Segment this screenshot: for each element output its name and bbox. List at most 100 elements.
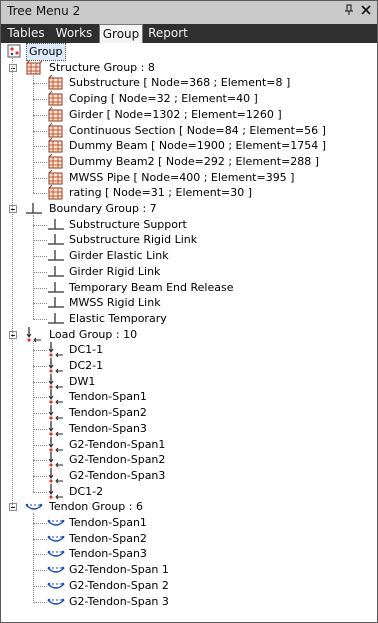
tree-node-label: Tendon-Span1	[69, 516, 147, 529]
tree-group-node[interactable]: Load Group : 10	[3, 326, 373, 343]
tree-leaf-node[interactable]: MWSS Rigid Link	[3, 295, 373, 311]
structure-item-icon	[47, 90, 65, 107]
close-icon[interactable]	[359, 4, 373, 18]
tree-connector-line	[33, 256, 47, 258]
tree-leaf-node[interactable]: DC1-1	[3, 342, 373, 358]
tree-connector-line	[33, 460, 47, 462]
tree-leaf-node[interactable]: Girder Rigid Link	[3, 264, 373, 280]
tree-leaf-node[interactable]: MWSS Pipe [ Node=400 ; Element=395 ]	[3, 169, 373, 186]
tree-connector-line	[33, 491, 47, 493]
tree-leaf-node[interactable]: Girder [ Node=1302 ; Element=1260 ]	[3, 106, 373, 123]
group-tree[interactable]: Group Structure Group : 8 Substructure [ N…	[3, 43, 375, 622]
tab-report[interactable]: Report	[145, 24, 191, 43]
collapse-toggle-icon[interactable]	[9, 330, 17, 339]
structure-item-icon	[47, 106, 65, 123]
tree-node-label: Coping [ Node=32 ; Element=40 ]	[69, 92, 258, 106]
tree-leaf-node[interactable]: Elastic Temporary	[3, 311, 373, 327]
tree-leaf-node[interactable]: Dummy Beam2 [ Node=292 ; Element=288 ]	[3, 153, 373, 170]
collapse-toggle-icon[interactable]	[9, 205, 17, 213]
tree-leaf-node[interactable]: Coping [ Node=32 ; Element=40 ]	[3, 90, 373, 107]
tree-leaf-node[interactable]: Tendon-Span3	[3, 546, 373, 562]
tree-node-label: Substructure Support	[69, 217, 187, 231]
tree-connector-line	[33, 381, 47, 383]
collapse-toggle-icon[interactable]	[9, 503, 17, 512]
tree-node-label: G2-Tendon-Span3	[69, 468, 166, 482]
tree-leaf-node[interactable]: Substructure Rigid Link	[3, 232, 373, 248]
collapse-toggle-icon[interactable]	[9, 63, 17, 72]
tab-group[interactable]: Group	[99, 24, 143, 43]
tree-leaf-node[interactable]: DC1-2	[3, 483, 373, 500]
boundary-group-icon	[25, 201, 43, 217]
tree-leaf-node[interactable]: Tendon-Span2	[3, 531, 373, 547]
tree-leaf-node[interactable]: Temporary Beam End Release	[3, 280, 373, 296]
tree-leaf-node[interactable]: G2-Tendon-Span2	[3, 452, 373, 468]
tree-leaf-node[interactable]: G2-Tendon-Span 2	[3, 578, 373, 594]
tree-node-label: MWSS Rigid Link	[69, 296, 161, 310]
pin-icon[interactable]	[342, 4, 356, 18]
load-item-icon	[47, 389, 65, 405]
structure-item-icon	[47, 153, 65, 170]
load-item-icon	[47, 452, 65, 468]
load-group-icon	[25, 326, 43, 343]
tree-leaf-node[interactable]: G2-Tendon-Span 3	[3, 594, 373, 610]
structure-item-icon	[47, 184, 65, 201]
tendon-group-icon	[25, 499, 43, 515]
tree-node-label: Temporary Beam End Release	[69, 280, 234, 294]
tree-leaf-node[interactable]: Tendon-Span1	[3, 389, 373, 405]
tree-node-label: G2-Tendon-Span1	[69, 437, 166, 451]
tree-leaf-node[interactable]: G2-Tendon-Span3	[3, 467, 373, 484]
load-item-icon	[47, 405, 65, 421]
tree-connector-line	[33, 193, 47, 195]
tree-node-label: Tendon-Span3	[69, 421, 147, 435]
tree-leaf-node[interactable]: Substructure Support	[3, 217, 373, 233]
tree-connector-line	[33, 287, 47, 289]
tree-node-label: G2-Tendon-Span 3	[69, 594, 169, 608]
tab-works[interactable]: Works	[53, 24, 95, 43]
tree-node-label: Girder Rigid Link	[69, 264, 161, 278]
tree-group-node[interactable]: Boundary Group : 7	[3, 201, 373, 217]
tree-leaf-node[interactable]: Tendon-Span1	[3, 515, 373, 531]
tree-node-label: Elastic Temporary	[69, 311, 167, 325]
tree-connector-line	[33, 73, 34, 194]
tree-leaf-node[interactable]: G2-Tendon-Span 1	[3, 562, 373, 578]
tab-tables[interactable]: Tables	[5, 24, 47, 43]
tree-leaf-node[interactable]: Girder Elastic Link	[3, 248, 373, 264]
tree-node-label: MWSS Pipe [ Node=400 ; Element=395 ]	[69, 170, 295, 184]
tree-leaf-node[interactable]: Tendon-Span3	[3, 420, 373, 437]
tree-node-label: Dummy Beam2 [ Node=292 ; Element=288 ]	[69, 154, 320, 168]
tree-node-label: Tendon Group : 6	[49, 500, 143, 514]
load-item-icon	[47, 373, 65, 390]
title-bar[interactable]: Tree Menu 2	[1, 1, 377, 25]
tree-node-label: Structure Group : 8	[49, 60, 155, 74]
tree-connector-line	[33, 114, 47, 116]
tree-leaf-node[interactable]: rating [ Node=31 ; Element=30 ]	[3, 184, 373, 201]
tree-connector-line	[33, 240, 47, 242]
tree-leaf-node[interactable]: Continuous Section [ Node=84 ; Element=5…	[3, 122, 373, 139]
tendon-item-icon	[47, 515, 65, 531]
tree-node-label: Load Group : 10	[49, 327, 138, 341]
tree-leaf-node[interactable]: Dummy Beam [ Node=1900 ; Element=1754 ]	[3, 137, 373, 154]
tree-group-node[interactable]: Structure Group : 8	[3, 59, 373, 76]
tree-node-label: Girder [ Node=1302 ; Element=1260 ]	[69, 107, 282, 121]
tree-connector-line	[33, 475, 47, 477]
tree-leaf-node[interactable]: G2-Tendon-Span1	[3, 436, 373, 453]
tree-node-label: Tendon-Span1	[69, 390, 147, 404]
tree-connector-line	[33, 428, 47, 430]
tendon-item-icon	[47, 562, 65, 578]
tree-connector-line	[33, 130, 47, 132]
tree-leaf-node[interactable]: DW1	[3, 373, 373, 390]
structure-item-icon	[47, 122, 65, 139]
tree-leaf-node[interactable]: DC2-1	[3, 358, 373, 374]
tendon-item-icon	[47, 594, 65, 610]
tree-node-label: Continuous Section [ Node=84 ; Element=5…	[69, 123, 326, 137]
tree-node-label: DC1-2	[69, 484, 104, 498]
tree-group-node[interactable]: Tendon Group : 6	[3, 499, 373, 515]
tree-leaf-node[interactable]: Substructure [ Node=368 ; Element=8 ]	[3, 75, 373, 91]
tree-connector-line	[33, 224, 47, 226]
tree-node-label: DW1	[69, 374, 96, 388]
tree-connector-line	[33, 340, 34, 492]
tree-root-group[interactable]: Group	[3, 43, 373, 61]
tree-connector-line	[33, 146, 47, 148]
tree-leaf-node[interactable]: Tendon-Span2	[3, 405, 373, 421]
tree-connector-line	[33, 397, 47, 399]
